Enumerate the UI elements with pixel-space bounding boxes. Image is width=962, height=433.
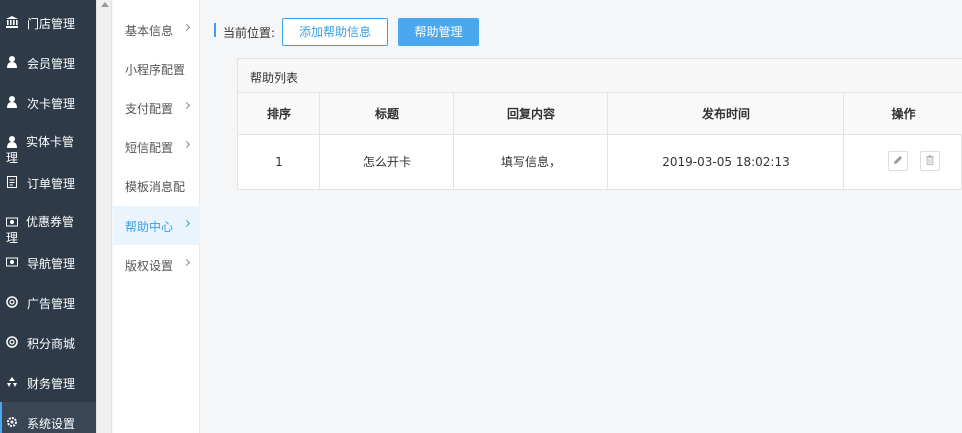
help-manage-button[interactable]: 帮助管理 — [398, 18, 479, 46]
settings-submenu: 基本信息 小程序配置 支付配置 短信配置 模板消息配 帮助中心 版权设置 — [113, 0, 200, 433]
sidebar-scrollbar[interactable] — [96, 0, 112, 433]
column-header-actions: 操作 — [844, 93, 962, 135]
sidebar-item-label: 门店管理 — [27, 17, 76, 31]
sidebar-item-label: 会员管理 — [27, 57, 76, 71]
money-icon — [6, 256, 18, 268]
submenu-item-label: 支付配置 — [125, 102, 174, 116]
breadcrumb-marker — [214, 23, 216, 37]
sidebar-item-label: 次卡管理 — [27, 97, 76, 111]
panel-title: 帮助列表 — [250, 71, 299, 85]
add-help-button[interactable]: 添加帮助信息 — [282, 18, 388, 46]
edit-button[interactable] — [888, 151, 908, 171]
column-header-time: 发布时间 — [608, 93, 844, 135]
main-content: 当前位置: 添加帮助信息 帮助管理 帮助列表 排序 标题 回复内容 发布时间 操… — [201, 0, 962, 433]
sidebar-item-label: 广告管理 — [27, 297, 76, 311]
cell-time: 2019-03-05 18:02:13 — [662, 155, 790, 169]
chevron-right-icon — [182, 219, 191, 228]
submenu-item-payment-config[interactable]: 支付配置 — [113, 88, 200, 127]
sidebar-item-label: 导航管理 — [27, 257, 76, 271]
sidebar-item-label: 系统设置 — [27, 417, 76, 431]
gear-icon — [6, 416, 18, 428]
help-list-panel: 帮助列表 排序 标题 回复内容 发布时间 操作 1 怎么开卡 填写信息， 201… — [237, 58, 962, 190]
cell-title: 怎么开卡 — [362, 155, 411, 169]
column-header-title: 标题 — [320, 93, 454, 135]
delete-button[interactable] — [920, 151, 940, 171]
submenu-item-basic-info[interactable]: 基本信息 — [113, 10, 200, 49]
chevron-right-icon — [182, 23, 191, 32]
sidebar-item-physical-card[interactable]: 实体卡管理 — [0, 122, 96, 165]
recycle-icon — [6, 376, 18, 388]
breadcrumb-label: 当前位置: — [223, 26, 276, 40]
column-header-order: 排序 — [238, 93, 320, 135]
sidebar-item-coupons[interactable]: 优惠券管理 — [0, 202, 96, 245]
chevron-right-icon — [182, 258, 191, 267]
sidebar-item-points-mall[interactable]: 积分商城 — [0, 322, 96, 362]
panel-header: 帮助列表 — [238, 59, 962, 93]
user-icon — [6, 96, 18, 108]
submenu-item-sms-config[interactable]: 短信配置 — [113, 127, 200, 166]
active-indicator — [0, 402, 2, 433]
submenu-item-copyright[interactable]: 版权设置 — [113, 245, 200, 284]
document-icon — [6, 176, 18, 188]
submenu-item-help-center[interactable]: 帮助中心 — [113, 206, 200, 245]
chevron-right-icon — [182, 101, 191, 110]
sidebar-item-label: 财务管理 — [27, 377, 76, 391]
sidebar-item-navigation[interactable]: 导航管理 — [0, 242, 96, 282]
trash-icon — [925, 154, 935, 168]
submenu-item-miniprogram-config[interactable]: 小程序配置 — [113, 49, 200, 88]
chevron-right-icon — [182, 140, 191, 149]
cell-order: 1 — [275, 155, 283, 169]
sidebar-item-ads[interactable]: 广告管理 — [0, 282, 96, 322]
submenu-item-label: 小程序配置 — [125, 63, 186, 77]
sidebar-item-member[interactable]: 会员管理 — [0, 42, 96, 82]
submenu-item-label: 版权设置 — [125, 259, 174, 273]
user-icon — [6, 56, 18, 68]
submenu-item-label: 帮助中心 — [125, 220, 174, 234]
sidebar-item-system-settings[interactable]: 系统设置 — [0, 402, 96, 433]
cell-reply: 填写信息， — [500, 155, 561, 169]
sidebar-item-label: 积分商城 — [27, 337, 76, 351]
sidebar-item-times-card[interactable]: 次卡管理 — [0, 82, 96, 122]
bank-icon — [6, 16, 18, 28]
submenu-item-label: 基本信息 — [125, 24, 174, 38]
scroll-up-arrow-icon[interactable] — [101, 2, 109, 7]
sidebar-item-store[interactable]: 门店管理 — [0, 2, 96, 42]
submenu-item-template-message[interactable]: 模板消息配 — [113, 166, 200, 205]
sidebar-item-label: 订单管理 — [27, 177, 76, 191]
sidebar-item-orders[interactable]: 订单管理 — [0, 162, 96, 202]
main-sidebar: 门店管理 会员管理 次卡管理 实体卡管理 订单管理 优惠券管理 导航管理 广告管… — [0, 0, 96, 433]
lifebuoy-icon — [6, 336, 18, 348]
column-header-reply: 回复内容 — [454, 93, 608, 135]
pencil-icon — [893, 154, 903, 168]
sidebar-item-finance[interactable]: 财务管理 — [0, 362, 96, 402]
submenu-item-label: 短信配置 — [125, 141, 174, 155]
submenu-item-label: 模板消息配 — [125, 180, 186, 194]
lifebuoy-icon — [6, 296, 18, 308]
